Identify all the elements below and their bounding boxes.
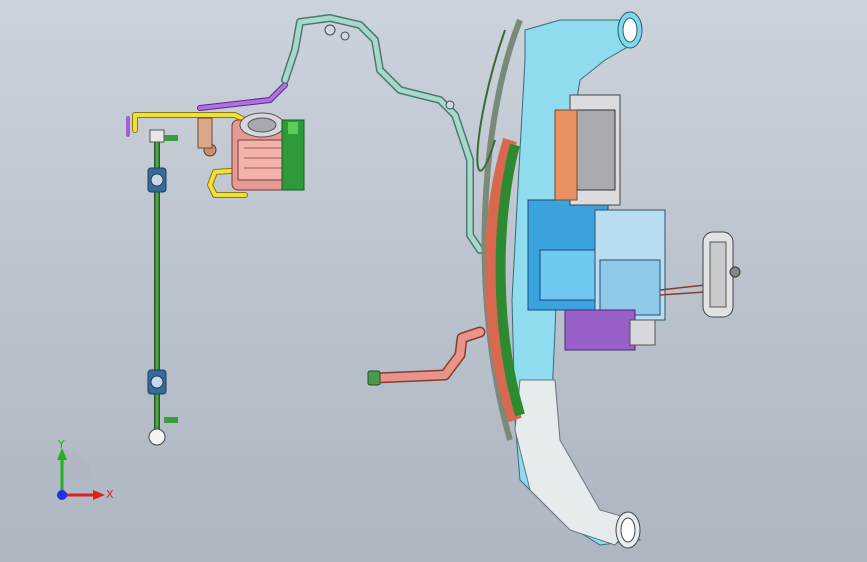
assembly-drawing[interactable] [0,0,867,562]
refrigerant-line-yellow[interactable] [126,112,248,198]
hose-teal[interactable] [281,14,484,254]
refrigerant-line-purple[interactable] [197,82,288,111]
cad-model-viewport[interactable]: Y X [0,0,867,562]
wire-harness[interactable] [659,284,706,296]
orientation-triad: Y X [57,438,114,501]
hose-copper[interactable] [367,326,486,386]
control-module[interactable] [702,231,741,318]
x-axis-label: X [106,488,114,501]
radiator-fan-shroud[interactable] [476,18,525,441]
tie-rod-assembly[interactable] [147,129,178,446]
z-axis-icon [57,490,67,500]
y-axis-label: Y [57,438,65,451]
